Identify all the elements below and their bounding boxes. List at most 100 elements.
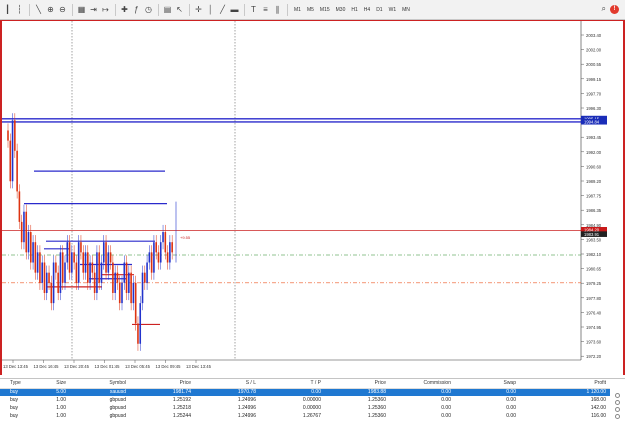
timeframe-h4[interactable]: H4 xyxy=(361,4,373,16)
new-order-icon[interactable]: ✚ xyxy=(119,4,130,16)
timeframe-d1[interactable]: D1 xyxy=(373,4,385,16)
candle-body xyxy=(98,252,100,283)
cell-cur: 1.25360 xyxy=(367,397,386,403)
candle-body xyxy=(45,272,48,293)
candle-body xyxy=(7,130,9,141)
timeframe-h1[interactable]: H1 xyxy=(348,4,360,16)
candle-body xyxy=(100,262,103,283)
timeframe-m1[interactable]: M1 xyxy=(291,4,304,16)
timeframe-m30[interactable]: M30 xyxy=(333,4,349,16)
rectangle-icon[interactable]: ▬ xyxy=(229,4,240,16)
zoom-in-icon[interactable]: ⊕ xyxy=(45,4,56,16)
chart-shift-icon[interactable]: ↦ xyxy=(100,4,111,16)
candle-body xyxy=(91,262,94,273)
timeframe-mn[interactable]: MN xyxy=(399,4,413,16)
column-header[interactable]: Swap xyxy=(455,379,520,389)
price-label: 1987.75 xyxy=(586,194,602,199)
cell-tp: 0.00000 xyxy=(302,397,321,403)
cell-size: 1.00 xyxy=(56,413,66,419)
fibonacci-icon[interactable]: ≡ xyxy=(260,4,271,16)
cell-swap: 0.00 xyxy=(506,405,516,411)
cursor-icon[interactable]: ↖ xyxy=(174,4,185,16)
cell-tp: 0.00000 xyxy=(302,405,321,411)
candle-body xyxy=(75,262,78,283)
table-row[interactable]: buy 1.00 gbpusd 1.25244 1.24996 1.26767 1.2536… xyxy=(0,412,610,420)
column-header[interactable]: Price xyxy=(325,379,390,389)
price-label: 1986.35 xyxy=(586,208,602,213)
time-label: 13 Dec 13:45 xyxy=(3,364,29,369)
candle-body xyxy=(169,242,171,263)
timeframe-m5[interactable]: M5 xyxy=(304,4,317,16)
autoscroll-icon[interactable]: ⇥ xyxy=(88,4,99,16)
close-position-icon[interactable] xyxy=(614,400,620,405)
time-label: 13 Dec 16:45 xyxy=(34,364,60,369)
templates-icon[interactable]: ▤ xyxy=(162,4,173,16)
toolbar-separator xyxy=(72,3,73,16)
trend-line-icon[interactable]: ╱ xyxy=(217,4,228,16)
toolbar-separator xyxy=(287,3,288,16)
cell-comm: 0.00 xyxy=(390,388,455,396)
candle-body xyxy=(105,242,107,273)
chart-window[interactable]: 2003.40 2002.00 2000.55 1999.15 1997.70 1996.… xyxy=(0,20,625,375)
price-label: 2002.00 xyxy=(586,48,602,53)
price-label: 1979.25 xyxy=(586,281,602,286)
candle-body xyxy=(25,211,28,253)
table-row[interactable]: buy 1.00 gbpusd 1.25218 1.24996 0.00000 1.2536… xyxy=(0,404,610,412)
toolbar-separator xyxy=(189,3,190,16)
candle-body xyxy=(11,120,14,182)
timeframe-w1[interactable]: W1 xyxy=(386,4,400,16)
candle-chart-icon[interactable]: ┆ xyxy=(14,4,25,16)
price-label: 2000.55 xyxy=(586,62,602,67)
column-header[interactable]: Type xyxy=(0,379,40,389)
price-label: 1980.65 xyxy=(586,267,602,272)
candle-body xyxy=(77,242,80,283)
candle-body xyxy=(43,262,46,293)
price-label: 1982.10 xyxy=(586,252,602,257)
table-row[interactable]: buy 5.00 xauusd 1981.74 1970.78 0.00 1983.88 0.… xyxy=(0,388,610,396)
candle-body xyxy=(139,303,142,344)
timeframe-m15[interactable]: M15 xyxy=(317,4,333,16)
tile-icon[interactable]: ▦ xyxy=(76,4,87,16)
zoom-out-icon[interactable]: ⊖ xyxy=(57,4,68,16)
line-chart-icon[interactable]: ╲ xyxy=(33,4,44,16)
table-row[interactable]: buy 1.00 gbpusd 1.25192 1.24996 0.00000 1.2536… xyxy=(0,396,610,404)
cell-symbol: gbpusd xyxy=(109,413,126,419)
time-label: 13 Dec 09:45 xyxy=(156,364,182,369)
column-header[interactable]: Profit xyxy=(520,379,610,389)
terminal-scrollbar[interactable] xyxy=(613,391,621,429)
text-label-icon[interactable]: T xyxy=(248,4,259,16)
candle-body xyxy=(50,282,53,304)
bar-chart-icon[interactable]: ┃ xyxy=(2,4,13,16)
close-position-icon[interactable] xyxy=(614,414,620,419)
candle-body xyxy=(16,150,18,192)
search-icon[interactable]: ⌕ xyxy=(602,4,606,14)
price-label: 1977.80 xyxy=(586,296,602,301)
close-position-icon[interactable] xyxy=(614,407,620,412)
table-header: Type Size Symbol Price S / LT / P Price Commis… xyxy=(0,379,610,389)
candle-body xyxy=(68,242,71,273)
equidistant-channel-icon[interactable]: ∥ xyxy=(272,4,283,16)
column-header[interactable]: Size xyxy=(40,379,70,389)
price-tag: 1983.91 xyxy=(584,232,600,237)
price-label: 1993.45 xyxy=(586,135,602,140)
price-chart[interactable]: 2003.40 2002.00 2000.55 1999.15 1997.70 1996.… xyxy=(2,21,623,375)
vertical-line-icon[interactable]: │ xyxy=(205,4,216,16)
cell-type: buy xyxy=(10,397,19,403)
close-position-icon[interactable] xyxy=(614,393,620,398)
column-header[interactable]: S / L xyxy=(195,379,260,389)
candle-body xyxy=(39,252,41,283)
alert-badge[interactable]: ! xyxy=(610,4,619,14)
candle-body xyxy=(137,323,139,344)
column-header[interactable]: Commission xyxy=(390,379,455,389)
crosshair-icon[interactable]: ✛ xyxy=(193,4,204,16)
periods-icon[interactable]: ◷ xyxy=(143,4,154,16)
candle-body xyxy=(14,120,16,151)
column-header[interactable]: Price xyxy=(130,379,195,389)
indicators-icon[interactable]: ƒ xyxy=(131,4,142,16)
column-header[interactable]: Symbol xyxy=(70,379,130,389)
price-label: 1976.40 xyxy=(586,310,602,315)
candle-body xyxy=(102,242,105,263)
candle-body xyxy=(112,262,114,293)
column-header[interactable]: T / P xyxy=(260,379,325,389)
cell-swap: 0.00 xyxy=(506,397,516,403)
